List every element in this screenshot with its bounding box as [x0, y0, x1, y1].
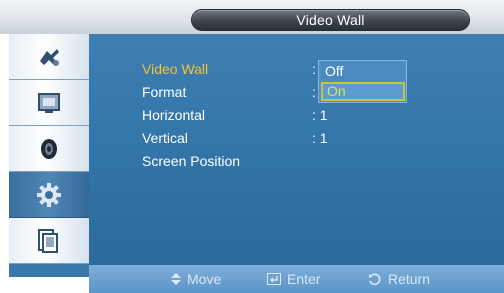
video-wall-dropdown[interactable]: Off On [318, 60, 407, 103]
page-title: Video Wall [296, 12, 365, 28]
move-hint: Move [171, 271, 221, 287]
menu-value: : [312, 61, 316, 77]
bottom-help-bar: Move Enter Return [89, 265, 504, 293]
return-label: Return [388, 271, 431, 287]
title-pill: Video Wall [191, 9, 470, 31]
return-hint: Return [368, 271, 430, 287]
menu-label: Horizontal [142, 107, 206, 123]
enter-label: Enter [287, 271, 321, 287]
move-label: Move [187, 271, 222, 287]
sidebar [9, 34, 89, 277]
up-down-arrow-icon [171, 273, 181, 285]
menu-value: : [312, 84, 316, 100]
menu-label: Vertical [142, 130, 188, 146]
speaker-icon [41, 138, 57, 159]
title-bar: Video Wall [0, 0, 504, 34]
sidebar-item-setup[interactable] [9, 172, 89, 218]
dropdown-option-off[interactable]: Off [321, 62, 405, 81]
sidebar-item-display[interactable] [9, 80, 89, 126]
menu-value: : 1 [312, 130, 328, 146]
dropdown-option-on[interactable]: On [321, 82, 405, 101]
multi-window-icon [38, 228, 58, 253]
menu-value: : 1 [312, 107, 328, 123]
sidebar-item-multi-window[interactable] [9, 218, 89, 264]
display-screen-icon [38, 92, 60, 113]
return-icon [369, 273, 381, 286]
menu-label: Screen Position [142, 153, 241, 169]
gear-icon [37, 182, 61, 207]
sidebar-item-sound[interactable] [9, 126, 89, 172]
enter-hint: Enter [267, 271, 320, 287]
sidebar-item-picture[interactable] [9, 34, 89, 80]
enter-icon [267, 273, 281, 285]
picture-icon [40, 48, 59, 66]
menu-label: Video Wall [142, 61, 209, 77]
menu-label: Format [142, 84, 187, 100]
